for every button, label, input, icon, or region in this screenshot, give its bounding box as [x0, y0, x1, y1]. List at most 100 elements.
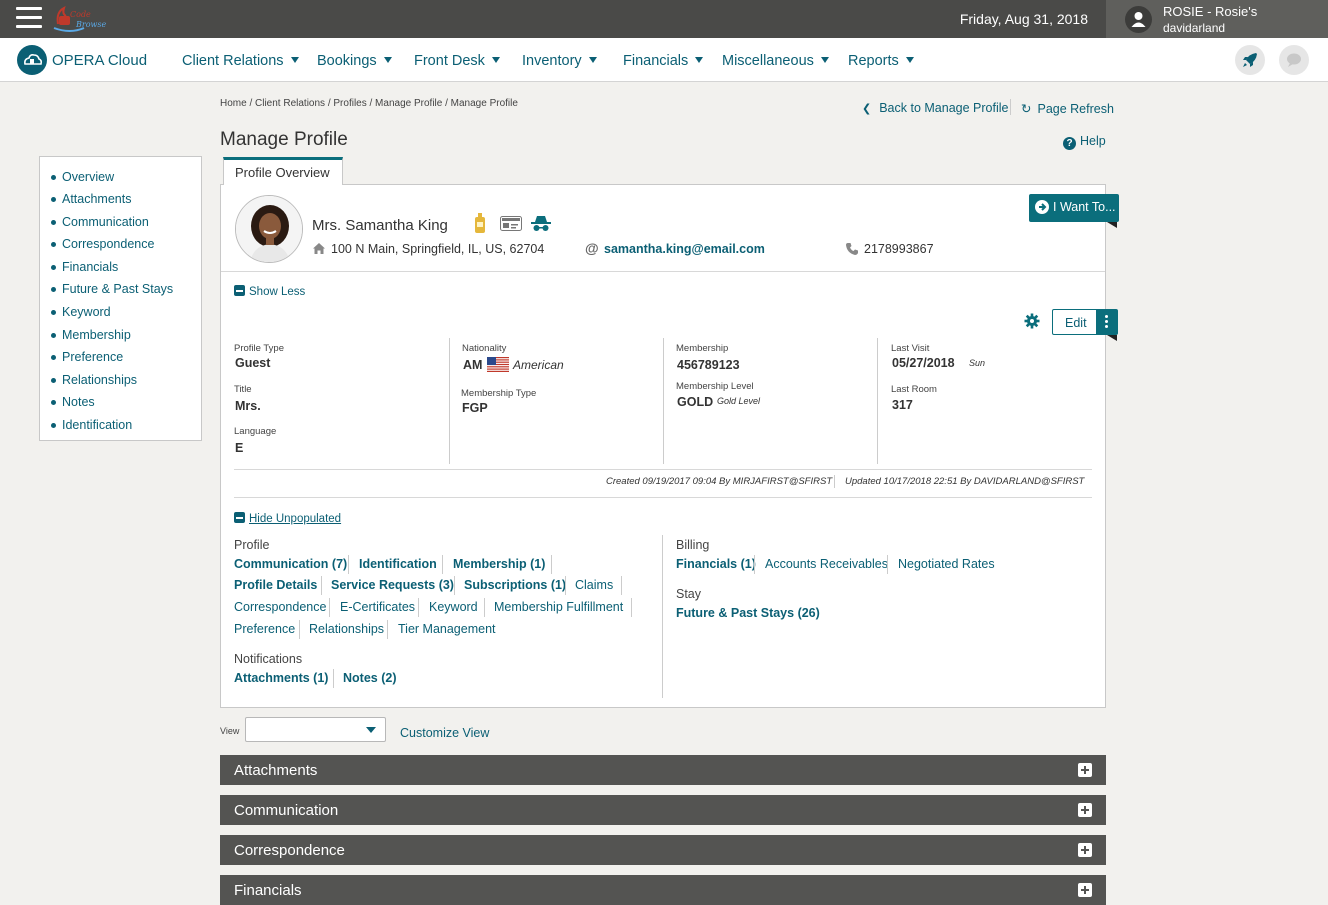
- billing-heading: Billing: [676, 538, 710, 552]
- nav-label: Client Relations: [182, 53, 284, 69]
- caret-down-icon: [383, 57, 392, 63]
- nav-front-desk[interactable]: Front Desk: [414, 53, 500, 69]
- gear-icon[interactable]: [1024, 313, 1040, 329]
- sidenav-correspondence[interactable]: Correspondence: [50, 237, 154, 251]
- edit-button[interactable]: Edit: [1052, 309, 1118, 335]
- guest-email[interactable]: samantha.king@email.com: [604, 242, 765, 256]
- link-attachments[interactable]: Attachments (1): [234, 671, 328, 685]
- link-e-certificates[interactable]: E-Certificates: [340, 600, 415, 614]
- sidenav-keyword[interactable]: Keyword: [51, 305, 111, 319]
- page-title: Manage Profile: [220, 129, 348, 150]
- link-subscriptions[interactable]: Subscriptions (1): [464, 578, 566, 592]
- panel-attachments[interactable]: Attachments: [220, 755, 1106, 785]
- link-relationships[interactable]: Relationships: [309, 622, 384, 636]
- link-membership[interactable]: Membership (1): [453, 557, 545, 571]
- view-select[interactable]: [245, 717, 386, 742]
- membership-type-value: FGP: [462, 401, 488, 415]
- nationality-label: Nationality: [462, 343, 507, 354]
- expand-plus-icon[interactable]: [1078, 883, 1092, 897]
- expand-plus-icon[interactable]: [1078, 803, 1092, 817]
- link-service-requests[interactable]: Service Requests (3): [331, 578, 454, 592]
- sidenav-attachments[interactable]: Attachments: [50, 192, 131, 206]
- link-claims[interactable]: Claims: [575, 578, 613, 592]
- user-menu[interactable]: ROSIE - Rosie's davidarland: [1106, 0, 1328, 38]
- link-correspondence[interactable]: Correspondence: [234, 600, 326, 614]
- panel-communication[interactable]: Communication: [220, 795, 1106, 825]
- nav-inventory[interactable]: Inventory: [522, 53, 597, 69]
- customize-view-link[interactable]: Customize View: [400, 726, 489, 740]
- sidenav-overview[interactable]: Overview: [50, 170, 114, 184]
- collapse-icon: [234, 512, 245, 523]
- nav-bookings[interactable]: Bookings: [317, 53, 392, 69]
- arrow-circle-right-icon: [1035, 200, 1049, 214]
- link-negotiated-rates[interactable]: Negotiated Rates: [898, 557, 995, 571]
- last-room-value: 317: [892, 398, 913, 412]
- brand-name[interactable]: OPERA Cloud: [52, 52, 147, 69]
- link-preference[interactable]: Preference: [234, 622, 295, 636]
- chat-icon[interactable]: [1279, 45, 1309, 75]
- membership-level-desc: Gold Level: [717, 396, 761, 406]
- divider: [234, 497, 1092, 498]
- sidenav-preference[interactable]: Preference: [50, 350, 123, 364]
- sidenav-relationships[interactable]: Relationships: [50, 373, 137, 387]
- nav-reports[interactable]: Reports: [848, 53, 914, 69]
- sidenav-membership[interactable]: Membership: [51, 328, 131, 342]
- tab-profile-overview[interactable]: Profile Overview: [223, 157, 343, 185]
- more-vertical-icon[interactable]: [1096, 310, 1117, 334]
- sidenav-financials[interactable]: Financials: [50, 260, 118, 274]
- button-corner: [1107, 222, 1117, 228]
- sidenav-identification[interactable]: Identification: [50, 418, 132, 432]
- panel-title: Correspondence: [234, 842, 345, 859]
- nav-miscellaneous[interactable]: Miscellaneous: [722, 53, 829, 69]
- column-divider: [663, 338, 664, 464]
- link-communication[interactable]: Communication (7): [234, 557, 347, 571]
- expand-plus-icon[interactable]: [1078, 843, 1092, 857]
- breadcrumb[interactable]: Home / Client Relations / Profiles / Man…: [220, 98, 518, 109]
- sidenav-notes[interactable]: Notes: [51, 395, 95, 409]
- sidenav-future-past-stays[interactable]: Future & Past Stays: [50, 282, 173, 296]
- guest-name: Mrs. Samantha King: [312, 217, 448, 234]
- user-avatar-icon: [1125, 6, 1152, 33]
- column-divider: [877, 338, 878, 464]
- page-refresh-link[interactable]: ↻ Page Refresh: [1021, 101, 1114, 116]
- nav-client-relations[interactable]: Client Relations: [182, 53, 299, 69]
- rocket-icon[interactable]: [1235, 45, 1265, 75]
- link-identification[interactable]: Identification: [359, 557, 437, 571]
- created-info: Created 09/19/2017 09:04 By MIRJAFIRST@S…: [606, 476, 833, 487]
- link-tier-management[interactable]: Tier Management: [398, 622, 496, 636]
- last-visit-value: 05/27/2018: [892, 356, 955, 370]
- vip-bottle-icon: [475, 213, 485, 233]
- link-profile-details[interactable]: Profile Details: [234, 578, 317, 592]
- divider: [299, 620, 300, 639]
- help-icon: ?: [1063, 137, 1076, 150]
- help-link-label: Help: [1080, 134, 1106, 148]
- link-keyword[interactable]: Keyword: [429, 600, 478, 614]
- nav-financials[interactable]: Financials: [623, 53, 704, 69]
- collapse-icon: [234, 285, 245, 296]
- divider: [887, 555, 888, 574]
- guest-phone: 2178993867: [864, 242, 934, 256]
- back-to-manage-profile-link[interactable]: ❮ Back to Manage Profile: [862, 101, 1008, 115]
- last-room-label: Last Room: [891, 384, 937, 395]
- divider: [418, 598, 419, 617]
- divider: [348, 555, 349, 574]
- i-want-to-button[interactable]: I Want To...: [1029, 194, 1119, 222]
- link-membership-fulfillment[interactable]: Membership Fulfillment: [494, 600, 623, 614]
- hide-unpopulated-toggle[interactable]: Hide Unpopulated: [234, 512, 341, 525]
- link-accounts-receivables[interactable]: Accounts Receivables: [765, 557, 888, 571]
- link-financials[interactable]: Financials (1): [676, 557, 756, 571]
- opera-cloud-logo-icon[interactable]: [17, 45, 47, 75]
- link-future-past-stays[interactable]: Future & Past Stays (26): [676, 606, 820, 620]
- updated-info: Updated 10/17/2018 22:51 By DAVIDARLAND@…: [845, 476, 1085, 487]
- help-link[interactable]: ? Help: [1063, 134, 1106, 150]
- svg-text:Code: Code: [70, 10, 91, 19]
- sidenav-communication[interactable]: Communication: [51, 215, 149, 229]
- expand-plus-icon[interactable]: [1078, 763, 1092, 777]
- link-notes[interactable]: Notes (2): [343, 671, 396, 685]
- show-less-toggle[interactable]: Show Less: [234, 285, 305, 298]
- panel-financials[interactable]: Financials: [220, 875, 1106, 905]
- hamburger-menu-icon[interactable]: [16, 7, 42, 29]
- us-flag-icon: [487, 357, 509, 372]
- panel-correspondence[interactable]: Correspondence: [220, 835, 1106, 865]
- at-sign-icon: @: [585, 240, 599, 256]
